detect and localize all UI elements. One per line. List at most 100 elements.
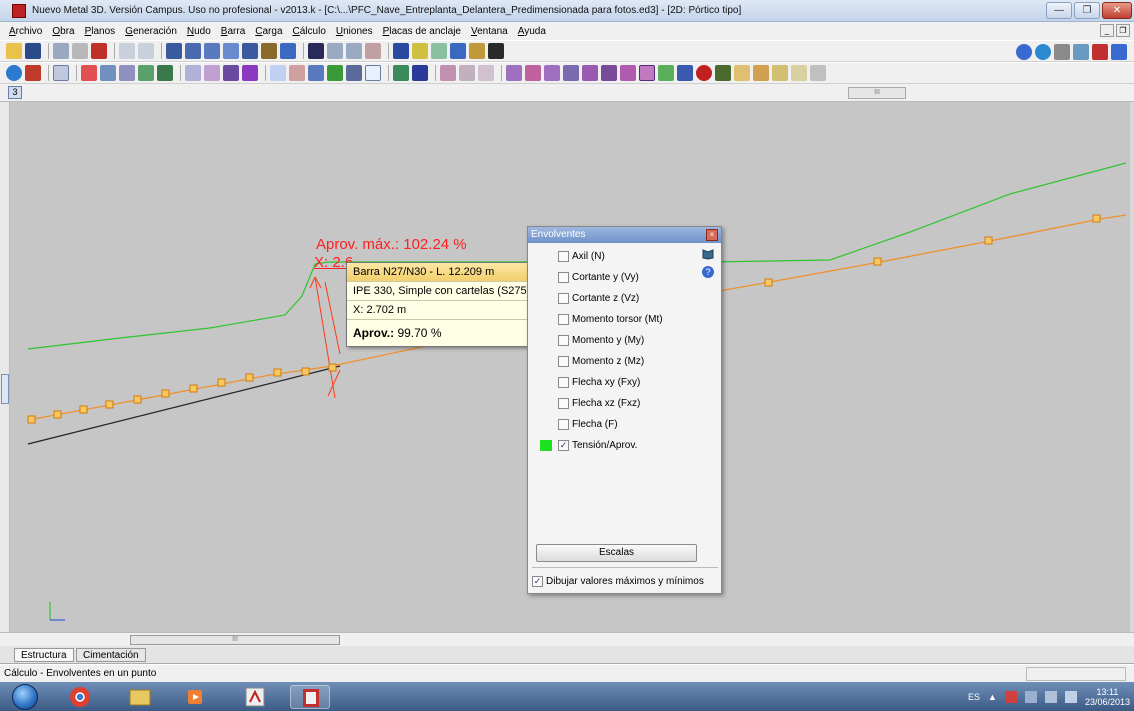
envelope-point-icon[interactable] [639,65,655,81]
distributed-load-icon[interactable] [270,65,286,81]
coefficient-icon[interactable] [185,65,201,81]
redo-icon[interactable] [138,43,154,59]
stress-icon[interactable] [506,65,522,81]
curve-icon[interactable] [582,65,598,81]
table-icon[interactable] [450,43,466,59]
help-icon[interactable] [1016,44,1032,60]
restore-button[interactable]: ❐ [1074,2,1100,19]
escalas-button[interactable]: Escalas [536,544,697,562]
zoom-out-icon[interactable] [223,43,239,59]
menu-planos[interactable]: Planos [80,26,121,37]
calculate-icon[interactable] [393,65,409,81]
vertical-scroll-thumb[interactable] [1,374,9,404]
tab-estructura[interactable]: Estructura [14,648,74,662]
acrobat-icon[interactable] [235,685,275,709]
undo-icon[interactable] [119,43,135,59]
view-strip-scrollbar[interactable]: III [848,87,906,99]
print-icon[interactable] [791,65,807,81]
menu-placas[interactable]: Placas de anclaje [378,26,466,37]
language-indicator[interactable]: ES [968,692,980,702]
zoom-window-icon[interactable] [166,43,182,59]
profile-edit-icon[interactable] [223,65,239,81]
list-icon[interactable] [677,65,693,81]
menu-ayuda[interactable]: Ayuda [513,26,551,37]
laws-icon[interactable] [440,65,456,81]
node-icon[interactable] [100,65,116,81]
menu-ventana[interactable]: Ventana [466,26,513,37]
menu-barra[interactable]: Barra [216,26,250,37]
web-icon[interactable] [1035,44,1051,60]
check-icon[interactable] [412,65,428,81]
globe-icon[interactable] [6,65,22,81]
wind-icon[interactable] [327,65,343,81]
book-icon[interactable] [701,247,715,261]
view-selector-icon[interactable]: 3 [8,86,22,99]
menu-archivo[interactable]: Archivo [4,26,47,37]
error-icon[interactable] [696,65,712,81]
clock[interactable]: 13:11 23/06/2013 [1085,687,1130,707]
light-icon[interactable] [412,43,428,59]
point-load-icon[interactable] [289,65,305,81]
diagram-icon[interactable] [53,65,69,81]
checkbox[interactable] [558,271,569,283]
envelopes-icon[interactable] [620,65,636,81]
section-icon[interactable] [346,43,362,59]
menu-carga[interactable]: Carga [250,26,287,37]
checkbox[interactable] [558,250,569,262]
media-player-icon[interactable] [175,685,215,709]
window-icon[interactable] [280,43,296,59]
drawing-icon[interactable] [753,65,769,81]
mdi-minimize-button[interactable]: _ [1100,24,1114,37]
view-icon[interactable] [53,43,69,59]
grid-toggle-icon[interactable] [393,43,409,59]
mdi-restore-button[interactable]: ❐ [1116,24,1130,37]
zoom-all-icon[interactable] [185,43,201,59]
volume-icon[interactable] [1064,691,1077,703]
hypothesis-icon[interactable] [365,65,381,81]
zoom-in-icon[interactable] [204,43,220,59]
envelope-item-flecha-xz[interactable]: Flecha xz (Fxz) [558,395,640,411]
grid-icon[interactable] [72,43,88,59]
envelope-item-momento-torsor[interactable]: Momento torsor (Mt) [558,311,663,327]
profile-icon[interactable] [563,65,579,81]
magnet-icon[interactable] [91,43,107,59]
deflection-icon[interactable] [157,65,173,81]
chrome-icon[interactable] [60,685,100,709]
lateral-buckling-icon[interactable] [204,65,220,81]
binoculars-icon[interactable] [488,43,504,59]
envelope-item-axil[interactable]: Axil (N) [558,248,605,264]
explorer-icon[interactable] [120,685,160,709]
checkbox[interactable] [558,355,569,367]
checkbox[interactable] [558,334,569,346]
menu-calculo[interactable]: Cálculo [288,26,331,37]
start-button[interactable] [12,684,38,710]
update-icon[interactable] [1073,44,1089,60]
right-edge-scrollbar[interactable] [1130,102,1134,632]
tension-color-swatch[interactable] [540,440,552,451]
envelopes-panel-header[interactable]: Envolventes × [528,227,721,243]
tray-arrow-icon[interactable]: ▲ [988,692,997,702]
bar-describe-icon[interactable] [81,65,97,81]
checkbox-checked[interactable]: ✓ [532,575,543,587]
info-icon[interactable] [1111,44,1127,60]
checkbox[interactable] [558,376,569,388]
connections-icon[interactable] [601,65,617,81]
pan-icon[interactable] [242,43,258,59]
isovalue-icon[interactable] [544,65,560,81]
checkbox[interactable] [558,418,569,430]
menu-nudo[interactable]: Nudo [182,26,216,37]
security-icon[interactable] [1004,691,1017,703]
envelope-item-flecha[interactable]: Flecha (F) [558,416,618,432]
deformed-icon[interactable] [525,65,541,81]
plate-icon[interactable] [658,65,674,81]
envelope-item-cortante-y[interactable]: Cortante y (Vy) [558,269,639,285]
temperature-icon[interactable] [346,65,362,81]
menu-obra[interactable]: Obra [47,26,79,37]
tab-cimentacion[interactable]: Cimentación [76,648,146,662]
envelope-item-cortante-z[interactable]: Cortante z (Vz) [558,290,639,306]
menu-uniones[interactable]: Uniones [331,26,378,37]
checkbox[interactable] [558,292,569,304]
open-folder-icon[interactable] [6,43,22,59]
exit-icon[interactable] [1092,44,1108,60]
checkbox[interactable] [558,313,569,325]
